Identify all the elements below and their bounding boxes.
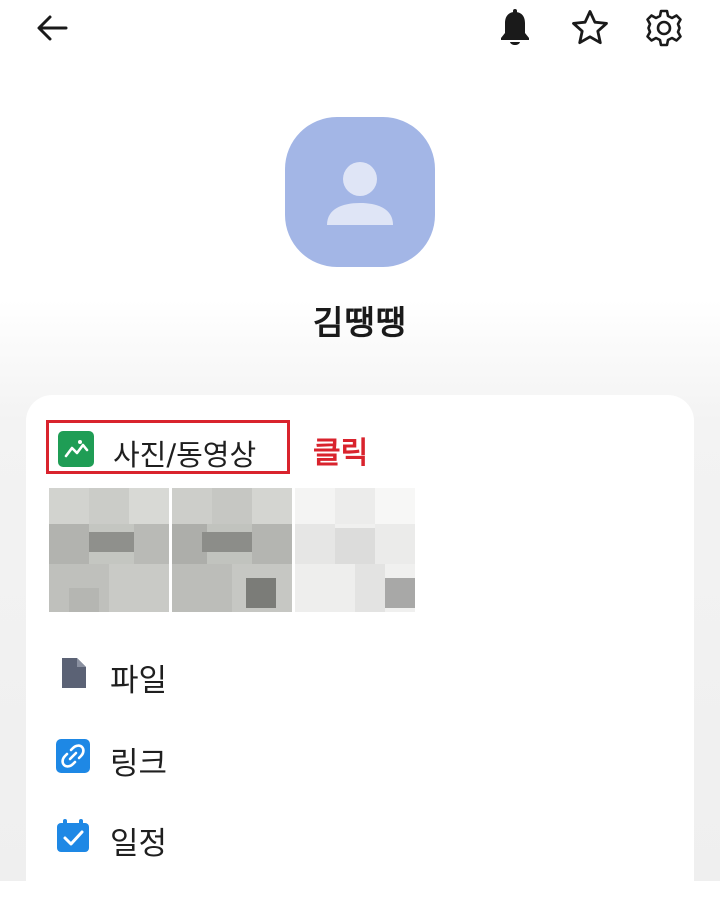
profile-name: 김땡땡 [312, 303, 408, 342]
click-annotation: 클릭 [313, 436, 369, 471]
gear-icon [646, 9, 682, 47]
top-bar [0, 0, 720, 60]
favorite-button[interactable] [566, 4, 614, 52]
notification-button[interactable] [491, 4, 539, 52]
links-label: 링크 [110, 746, 168, 782]
thumbnail-3[interactable] [295, 488, 415, 612]
bell-icon [501, 9, 529, 45]
arrow-left-icon [37, 15, 68, 41]
person-silhouette-icon [327, 162, 393, 225]
links-row[interactable]: 링크 [46, 728, 346, 784]
thumbnail-2[interactable] [172, 488, 292, 612]
events-row[interactable]: 일정 [46, 808, 346, 864]
star-outline-icon [572, 10, 608, 45]
calendar-check-icon [57, 819, 89, 852]
events-label: 일정 [110, 826, 168, 862]
thumbnail-strip [49, 488, 415, 612]
file-icon [62, 658, 86, 688]
photos-videos-label: 사진/동영상 [113, 438, 257, 472]
back-button[interactable] [28, 4, 76, 52]
files-label: 파일 [110, 663, 168, 699]
profile-avatar[interactable] [285, 117, 435, 267]
settings-button[interactable] [640, 4, 688, 52]
link-icon [56, 739, 90, 773]
thumbnail-1[interactable] [49, 488, 169, 612]
photo-gallery-icon [58, 431, 94, 467]
files-row[interactable]: 파일 [46, 645, 346, 701]
photos-videos-row[interactable]: 사진/동영상 [46, 420, 290, 474]
